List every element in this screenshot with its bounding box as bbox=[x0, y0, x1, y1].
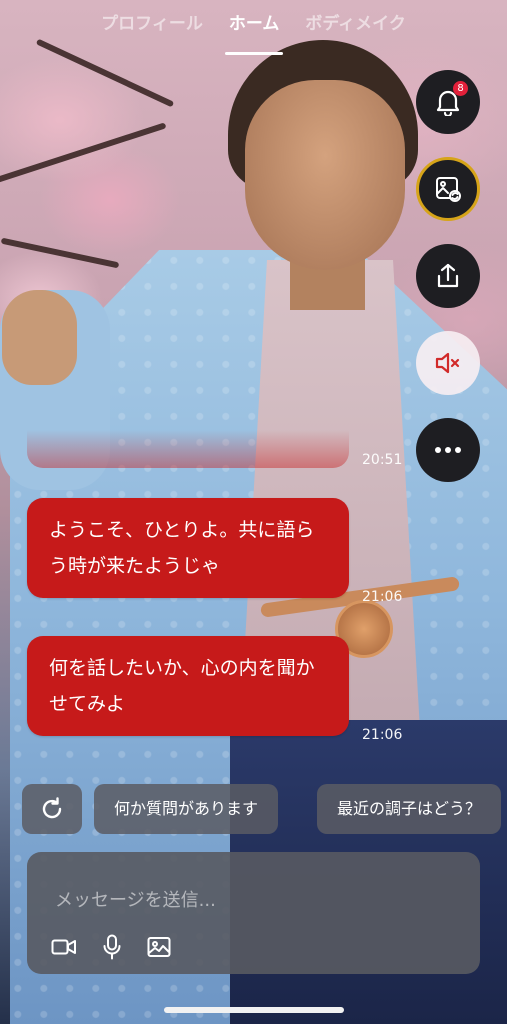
more-icon bbox=[435, 447, 461, 453]
notification-badge: 8 bbox=[453, 81, 468, 96]
image-switch-icon bbox=[436, 177, 461, 202]
home-indicator bbox=[164, 1007, 344, 1013]
top-tab-bar: プロフィール ホーム ボディメイク bbox=[0, 10, 507, 60]
notifications-button[interactable]: 8 bbox=[416, 70, 480, 134]
message-timestamp: 20:51 bbox=[362, 452, 403, 468]
tab-profile[interactable]: プロフィール bbox=[101, 10, 203, 60]
voice-button[interactable] bbox=[97, 932, 127, 962]
assistant-message-bubble: 何を話したいか、心の内を聞かせてみよ bbox=[27, 636, 349, 736]
message-timestamp: 21:06 bbox=[362, 727, 403, 743]
muted-speaker-icon bbox=[435, 352, 460, 374]
message-timestamp: 21:06 bbox=[362, 589, 403, 605]
mute-toggle-button[interactable] bbox=[416, 331, 480, 395]
refresh-icon bbox=[42, 797, 62, 819]
previous-message-bubble bbox=[27, 430, 349, 468]
suggestion-row: 何か質問があります 最近の調子はどう？ bbox=[22, 784, 507, 834]
assistant-message-bubble: ようこそ、ひとりよ。共に語らう時が来たようじゃ bbox=[27, 498, 349, 598]
tab-home[interactable]: ホーム bbox=[224, 10, 283, 60]
message-input[interactable] bbox=[27, 852, 480, 924]
message-composer bbox=[27, 852, 480, 974]
action-rail: 8 bbox=[416, 70, 480, 505]
tab-body-make[interactable]: ボディメイク bbox=[305, 10, 405, 60]
microphone-icon bbox=[103, 934, 121, 960]
change-background-button[interactable] bbox=[416, 157, 480, 221]
share-button[interactable] bbox=[416, 244, 480, 308]
share-icon bbox=[437, 263, 459, 288]
image-upload-button[interactable] bbox=[144, 932, 174, 962]
suggestion-chip[interactable]: 最近の調子はどう？ bbox=[317, 784, 502, 834]
image-icon bbox=[147, 937, 171, 957]
video-button[interactable] bbox=[49, 932, 79, 962]
refresh-suggestions-button[interactable] bbox=[22, 784, 82, 834]
video-camera-icon bbox=[51, 939, 76, 955]
suggestion-chip[interactable]: 何か質問があります bbox=[94, 784, 279, 834]
more-options-button[interactable] bbox=[416, 418, 480, 482]
